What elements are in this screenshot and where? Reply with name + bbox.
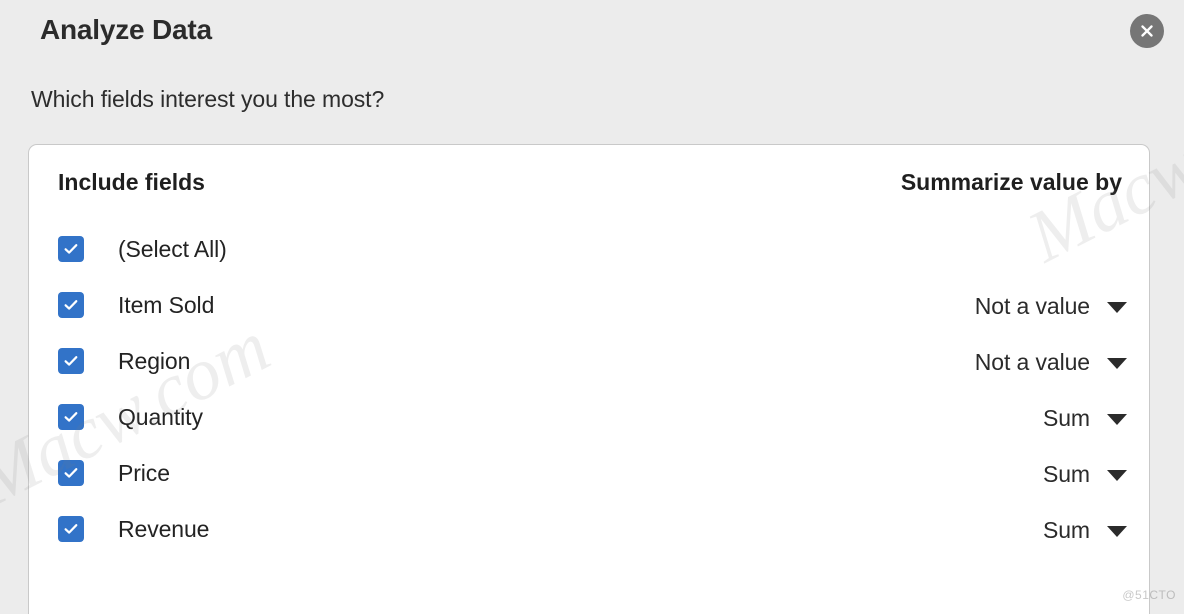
check-icon (62, 296, 80, 314)
field-checkbox[interactable] (58, 460, 84, 486)
check-icon (62, 408, 80, 426)
field-label: Price (118, 460, 170, 486)
field-row: Region Not a value (29, 335, 1149, 391)
summarize-dropdown[interactable]: Not a value (975, 347, 1127, 377)
column-header-summarize-value-by: Summarize value by (900, 169, 1122, 195)
dialog-subtitle: Which fields interest you the most? (31, 86, 385, 112)
field-row: (Select All) (29, 223, 1149, 279)
field-checkbox[interactable] (58, 404, 84, 430)
check-icon (62, 464, 80, 482)
summarize-value: Sum (1043, 461, 1090, 487)
check-icon (62, 240, 80, 258)
field-label: Region (118, 348, 191, 374)
summarize-dropdown[interactable]: Sum (1043, 515, 1127, 545)
summarize-value: Sum (1043, 517, 1090, 543)
summarize-value: Sum (1043, 405, 1090, 431)
field-row: Revenue Sum (29, 503, 1149, 559)
summarize-dropdown[interactable]: Sum (1043, 459, 1127, 489)
check-icon (62, 352, 80, 370)
field-row: Item Sold Not a value (29, 279, 1149, 335)
field-row: Price Sum (29, 447, 1149, 503)
chevron-down-icon (1107, 525, 1127, 537)
close-button[interactable] (1130, 14, 1164, 48)
summarize-dropdown[interactable]: Not a value (975, 291, 1127, 321)
field-checkbox[interactable] (58, 236, 84, 262)
field-label: Item Sold (118, 292, 215, 318)
field-checkbox[interactable] (58, 516, 84, 542)
field-list: (Select All) Item Sold Not a value Region No… (29, 223, 1149, 559)
summarize-dropdown (1090, 235, 1127, 248)
chevron-down-icon (1107, 413, 1127, 425)
chevron-down-icon (1107, 357, 1127, 369)
check-icon (62, 520, 80, 538)
chevron-down-icon (1107, 301, 1127, 313)
field-label: Revenue (118, 516, 210, 542)
field-selection-panel: Include fields Summarize value by (Selec… (28, 144, 1150, 614)
summarize-value: Not a value (974, 293, 1090, 319)
page-title: Analyze Data (40, 14, 212, 45)
field-checkbox[interactable] (58, 348, 84, 374)
summarize-value: Not a value (974, 349, 1090, 375)
field-checkbox[interactable] (58, 292, 84, 318)
close-icon (1138, 22, 1156, 40)
field-label: Quantity (118, 404, 203, 430)
field-label: (Select All) (118, 236, 227, 262)
column-header-include-fields: Include fields (58, 169, 205, 195)
summarize-dropdown[interactable]: Sum (1043, 403, 1127, 433)
chevron-down-icon (1107, 469, 1127, 481)
field-row: Quantity Sum (29, 391, 1149, 447)
